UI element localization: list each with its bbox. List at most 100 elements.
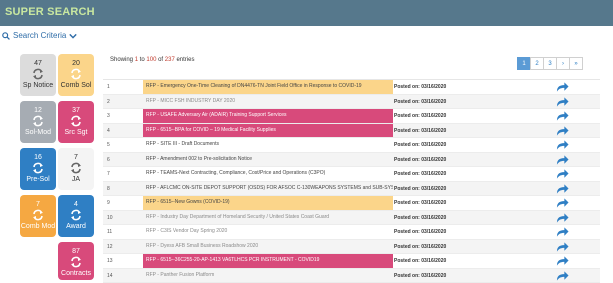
table-row: 13RFP - 6515--36C255-20-AP-1413 VA6TLHCS… [103,254,600,269]
showing-to-word: to [140,57,145,63]
filter-tile-award[interactable]: 4Award [58,195,94,237]
row-number: 9 [107,200,110,206]
filter-tile-comb-mod[interactable]: 7Comb Mod [20,195,56,237]
tile-count: 12 [20,107,56,114]
row-title-link[interactable]: RFP - Emergency One-Time Cleaning of DN4… [143,80,393,94]
posted-date: 03/16/2020 [421,142,446,148]
posted-date: 03/16/2020 [421,273,446,279]
tile-count: 7 [58,154,94,161]
row-title-link[interactable]: RFP - Industry Day Department of Homelan… [143,211,393,225]
row-number: 12 [107,244,113,250]
row-title-link[interactable]: RFP - USAFE Adversary Air (ADAIR) Traini… [143,109,393,123]
results-table: 1 RFP - Emergency One-Time Cleaning of DN… [103,79,600,283]
posted-label: Posted on: [394,128,420,134]
row-title-link[interactable]: RFP - Amendment 002 to Pre-solicitation … [143,153,393,167]
page-button-3[interactable]: 3 [543,57,557,70]
row-number: 5 [107,142,110,148]
refresh-icon [70,115,82,127]
page-button-2[interactable]: 2 [530,57,544,70]
row-number: 14 [107,273,113,279]
share-arrow-icon[interactable] [556,183,569,195]
table-row: 7 RFP - TEAMS-Next Contracting, Complianc… [103,167,600,182]
row-title-link[interactable]: RFP - AFLCMC ON-SITE DEPOT SUPPORT (OSDS… [143,182,393,196]
share-arrow-icon[interactable] [556,168,569,180]
tile-count: 87 [58,248,94,255]
posted-label: Posted on: [394,142,420,148]
share-arrow-icon[interactable] [556,81,569,93]
posted-label: Posted on: [394,84,420,90]
row-number: 4 [107,128,110,134]
filter-tile-comb-sol[interactable]: 20 Comb Sol [58,54,94,96]
tile-label: Sp Notice [20,82,56,89]
row-title-link[interactable]: RFP - TEAMS-Next Contracting, Compliance… [143,167,393,181]
share-arrow-icon[interactable] [556,212,569,224]
chevron-down-icon [69,33,77,39]
posted-label: Posted on: [394,273,420,279]
search-criteria-toggle[interactable]: Search Criteria [2,31,77,40]
row-posted: Posted on: 03/16/2020 [394,99,446,105]
row-title-link[interactable]: RFP - Dyess AFB Small Business Roadshow … [143,240,393,254]
posted-date: 03/16/2020 [421,258,446,264]
share-arrow-icon[interactable] [556,241,569,253]
row-title-link[interactable]: RFP - Panther Fusion Platform [143,269,393,283]
filter-tile-sp-notice[interactable]: 47Sp Notice [20,54,56,96]
posted-label: Posted on: [394,244,420,250]
row-title-link[interactable]: RFP - SITE III - Draft Documents [143,138,393,152]
table-row: 5 RFP - SITE III - Draft DocumentsPosted … [103,138,600,153]
showing-to: 100 [146,57,156,63]
refresh-icon [32,68,44,80]
last-page-button[interactable]: » [569,57,583,70]
posted-label: Posted on: [394,229,420,235]
row-title-link[interactable]: RFP - 6515--New Gowns (COVID-19) [143,196,393,210]
tile-label: Comb Sol [58,82,94,89]
share-arrow-icon[interactable] [556,255,569,267]
filter-tile-pre-sol[interactable]: 16Pre-Sol [20,148,56,190]
posted-date: 03/16/2020 [421,113,446,119]
table-row: 6RFP - Amendment 002 to Pre-solicitation… [103,153,600,168]
row-posted: Posted on: 03/16/2020 [394,200,446,206]
share-arrow-icon[interactable] [556,154,569,166]
share-arrow-icon[interactable] [556,139,569,151]
tile-count: 37 [58,107,94,114]
posted-label: Posted on: [394,186,420,192]
row-title-link[interactable]: RFP - 6515--BPA for COVID – 19 Medical F… [143,124,393,138]
share-arrow-icon[interactable] [556,110,569,122]
tile-count: 20 [58,60,94,67]
share-arrow-icon[interactable] [556,96,569,108]
row-number: 2 [107,99,110,105]
page-button-1[interactable]: 1 [517,57,531,70]
posted-label: Posted on: [394,157,420,163]
next-page-button[interactable]: › [556,57,570,70]
share-arrow-icon[interactable] [556,226,569,238]
tile-label: Comb Mod [20,223,56,230]
filter-tile-ja[interactable]: 7 JA [58,148,94,190]
filter-tile-contracts[interactable]: 87Contracts [58,242,94,280]
row-title-link[interactable]: RFP - MICC FSH INDUSTRY DAY 2020 [143,95,393,109]
filter-tile-sol-mod[interactable]: 12Sol-Mod [20,101,56,143]
row-title-link[interactable]: RFP - 6515--36C255-20-AP-1413 VA6TLHCS P… [143,254,393,268]
share-arrow-icon[interactable] [556,197,569,209]
row-posted: Posted on: 03/16/2020 [394,273,446,279]
tile-label: Award [58,223,94,230]
filter-tile-src-sgt[interactable]: 37Src Sgt [58,101,94,143]
table-row: 12 RFP - Dyess AFB Small Business Roadsho… [103,240,600,255]
table-row: 2 RFP - MICC FSH INDUSTRY DAY 2020Posted … [103,95,600,110]
refresh-icon [32,209,44,221]
row-posted: Posted on: 03/16/2020 [394,157,446,163]
showing-suffix: entries [176,57,194,63]
row-number: 1 [107,84,110,90]
posted-label: Posted on: [394,171,420,177]
posted-date: 03/16/2020 [421,157,446,163]
row-title-link[interactable]: RFP - C3IS Vendor Day Spring 2020 [143,225,393,239]
tile-label: JA [58,176,94,183]
table-row: 14 RFP - Panther Fusion PlatformPosted on… [103,269,600,283]
page-title: SUPER SEARCH [5,6,95,18]
posted-date: 03/16/2020 [421,229,446,235]
posted-date: 03/16/2020 [421,99,446,105]
share-arrow-icon[interactable] [556,125,569,137]
row-number: 7 [107,171,110,177]
table-row: 8RFP - AFLCMC ON-SITE DEPOT SUPPORT (OSD… [103,182,600,197]
page-header: SUPER SEARCH [0,0,613,26]
row-posted: Posted on: 03/16/2020 [394,229,446,235]
share-arrow-icon[interactable] [556,270,569,282]
